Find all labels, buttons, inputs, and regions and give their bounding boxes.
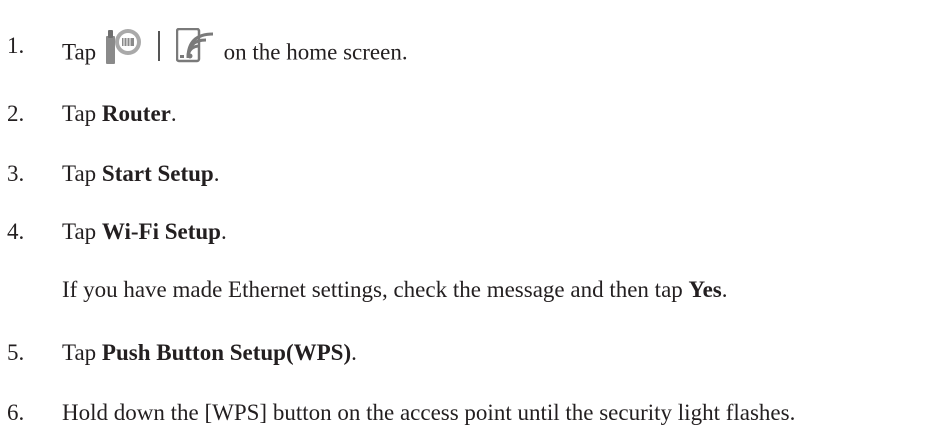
ui-label-router: Router <box>101 101 171 126</box>
note-text-after: . <box>721 277 728 302</box>
step-text-before: Tap <box>62 101 102 126</box>
wifi-tablet-icon <box>175 28 216 63</box>
step-text-after: . <box>170 101 177 126</box>
step-text: Tap Router. <box>62 102 177 125</box>
step-text-after: on the home screen. <box>223 39 408 65</box>
step-text: Tap Start Setup. <box>62 162 219 185</box>
ui-label-wifi-setup: Wi-Fi Setup <box>101 219 221 244</box>
step-text: Tap Wi-Fi Setup. <box>62 220 227 243</box>
step-number: 4. <box>7 219 25 244</box>
network-icons <box>104 26 216 66</box>
step-number: 2. <box>7 101 25 126</box>
step-text-after: . <box>213 161 220 186</box>
step-number: 6. <box>7 400 25 425</box>
ethernet-router-icon <box>104 29 148 64</box>
step-text-before: Tap <box>62 39 97 65</box>
step-text: Tap Push Button Setup(WPS). <box>62 341 357 364</box>
note-text-before: If you have made Ethernet settings, chec… <box>62 277 689 302</box>
icon-separator <box>157 31 160 61</box>
step-number: 1. <box>7 33 25 58</box>
step-4-note: If you have made Ethernet settings, chec… <box>62 278 728 301</box>
step-text-after: . <box>220 219 227 244</box>
step-text: Tap on the home screen. <box>62 28 408 74</box>
step-text-before: Tap <box>62 161 102 186</box>
ui-label-start-setup: Start Setup <box>101 161 214 186</box>
step-number: 5. <box>7 340 25 365</box>
ui-label-push-button-setup: Push Button Setup(WPS) <box>101 340 352 365</box>
step-text: Hold down the [WPS] button on the access… <box>62 400 796 425</box>
step-text-before: Tap <box>62 219 102 244</box>
step-text-after: . <box>351 340 357 365</box>
step-number: 3. <box>7 161 25 186</box>
step-text-before: Tap <box>62 340 102 365</box>
ui-label-yes: Yes <box>688 277 722 302</box>
